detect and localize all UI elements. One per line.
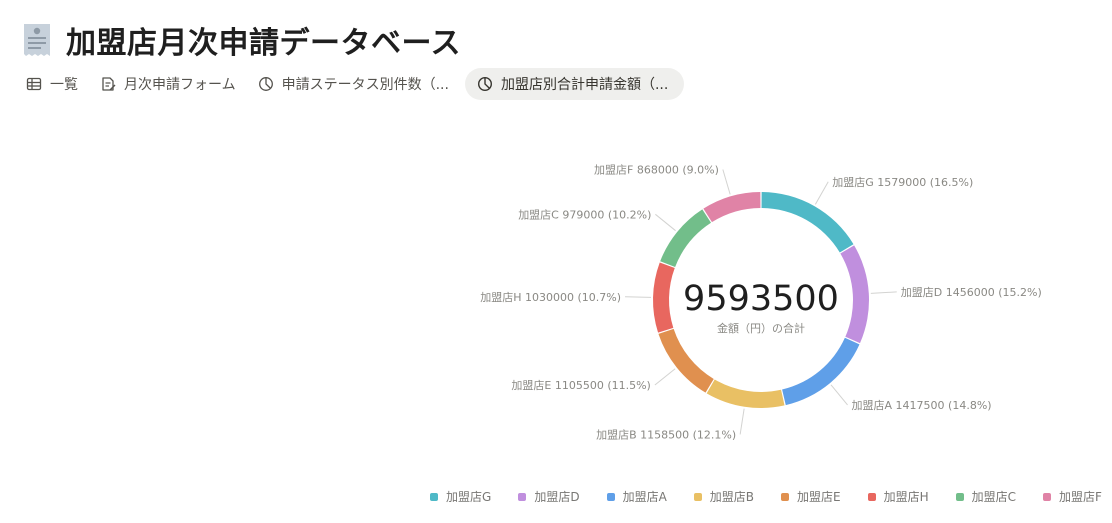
legend-item[interactable]: 加盟店D bbox=[518, 488, 580, 505]
slice-data-label: 加盟店B 1158500 (12.1%) bbox=[596, 427, 736, 441]
legend-label: 加盟店G bbox=[446, 490, 492, 504]
legend-swatch bbox=[693, 492, 702, 501]
tab-monthly-form[interactable]: 月次申請フォーム bbox=[94, 68, 246, 100]
tab-label: 月次申請フォーム bbox=[124, 77, 236, 93]
legend-label: 加盟店H bbox=[883, 490, 929, 504]
donut-slice[interactable] bbox=[658, 328, 714, 393]
donut-slice[interactable] bbox=[706, 379, 785, 409]
tab-list-view[interactable]: 一覧 bbox=[20, 68, 88, 100]
legend-label: 加盟店E bbox=[797, 490, 841, 504]
legend-label: 加盟店F bbox=[1059, 490, 1102, 504]
donut-slice[interactable] bbox=[782, 337, 860, 406]
page-title: 加盟店月次申請データベース bbox=[66, 26, 461, 61]
tab-label: 一覧 bbox=[50, 77, 78, 93]
pie-chart-icon bbox=[477, 76, 492, 92]
tab-label: 申請ステータス別件数（... bbox=[281, 77, 449, 93]
leader-line bbox=[655, 213, 676, 232]
legend-label: 加盟店D bbox=[534, 490, 580, 504]
center-total-value: 9593500 bbox=[683, 279, 839, 319]
receipt-icon bbox=[24, 24, 50, 56]
legend-item[interactable]: 加盟店C bbox=[955, 488, 1017, 505]
legend-swatch bbox=[518, 492, 527, 501]
leader-line bbox=[654, 368, 676, 386]
tab-label: 加盟店別合計申請金額（... bbox=[500, 77, 669, 93]
page: 加盟店月次申請データベース 一覧 月次申請フォーム 申請ステータス別件数（...… bbox=[0, 0, 1112, 523]
leader-line bbox=[739, 408, 745, 435]
chart-area: 加盟店G 1579000 (16.5%) 加盟店D 1456000 (15.2%)… bbox=[0, 110, 1112, 523]
legend-swatch bbox=[606, 492, 615, 501]
donut-chart: 加盟店G 1579000 (16.5%) 加盟店D 1456000 (15.2%)… bbox=[480, 162, 1042, 441]
leader-line bbox=[830, 384, 848, 406]
legend-item[interactable]: 加盟店F bbox=[1043, 488, 1102, 505]
form-edit-icon bbox=[102, 77, 116, 91]
slice-data-label: 加盟店G 1579000 (16.5%) bbox=[832, 175, 973, 189]
donut-slice[interactable] bbox=[653, 262, 675, 333]
table-icon bbox=[26, 77, 42, 91]
donut-slice[interactable] bbox=[840, 245, 869, 344]
donut-slice[interactable] bbox=[761, 192, 854, 253]
slice-data-label: 加盟店D 1456000 (15.2%) bbox=[901, 285, 1042, 299]
legend-swatch bbox=[781, 492, 790, 501]
legend-item[interactable]: 加盟店H bbox=[867, 488, 929, 505]
donut-slice[interactable] bbox=[703, 192, 761, 223]
slice-data-label: 加盟店H 1030000 (10.7%) bbox=[480, 290, 621, 304]
legend-item[interactable]: 加盟店E bbox=[781, 488, 841, 505]
legend-item[interactable]: 加盟店G bbox=[430, 488, 491, 505]
legend-swatch bbox=[1043, 492, 1052, 501]
center-caption: 金額（円）の合計 bbox=[717, 321, 805, 335]
legend-swatch bbox=[955, 492, 964, 501]
legend-label: 加盟店A bbox=[622, 490, 667, 504]
tab-store-amount-chart[interactable]: 加盟店別合計申請金額（... bbox=[464, 68, 685, 100]
legend-swatch bbox=[867, 492, 876, 501]
leader-line bbox=[625, 296, 652, 298]
legend-label: 加盟店B bbox=[709, 490, 755, 504]
legend-item[interactable]: 加盟店B bbox=[693, 488, 755, 505]
legend-item[interactable]: 加盟店A bbox=[606, 488, 667, 505]
tab-status-count-chart[interactable]: 申請ステータス別件数（... bbox=[252, 68, 459, 100]
slice-data-label: 加盟店E 1105500 (11.5%) bbox=[511, 378, 650, 392]
leader-line bbox=[870, 291, 897, 294]
slice-data-label: 加盟店F 868000 (9.0%) bbox=[594, 162, 719, 176]
leader-line bbox=[722, 169, 731, 195]
legend-label: 加盟店C bbox=[971, 490, 1017, 504]
slice-data-label: 加盟店C 979000 (10.2%) bbox=[518, 207, 651, 221]
legend-swatch bbox=[430, 492, 438, 501]
slice-data-label: 加盟店A 1417500 (14.8%) bbox=[852, 398, 992, 412]
chart-legend: 加盟店G 加盟店D 加盟店A 加盟店B 加盟店E 加盟店H 加盟店C 加盟店F bbox=[430, 488, 1102, 505]
leader-line bbox=[814, 181, 829, 205]
page-header: 加盟店月次申請データベース bbox=[22, 18, 461, 62]
pie-chart-icon bbox=[258, 77, 273, 91]
donut-slice[interactable] bbox=[660, 209, 712, 267]
view-tabs: 一覧 月次申請フォーム 申請ステータス別件数（... 加盟店別合計申請金額（..… bbox=[20, 68, 690, 100]
